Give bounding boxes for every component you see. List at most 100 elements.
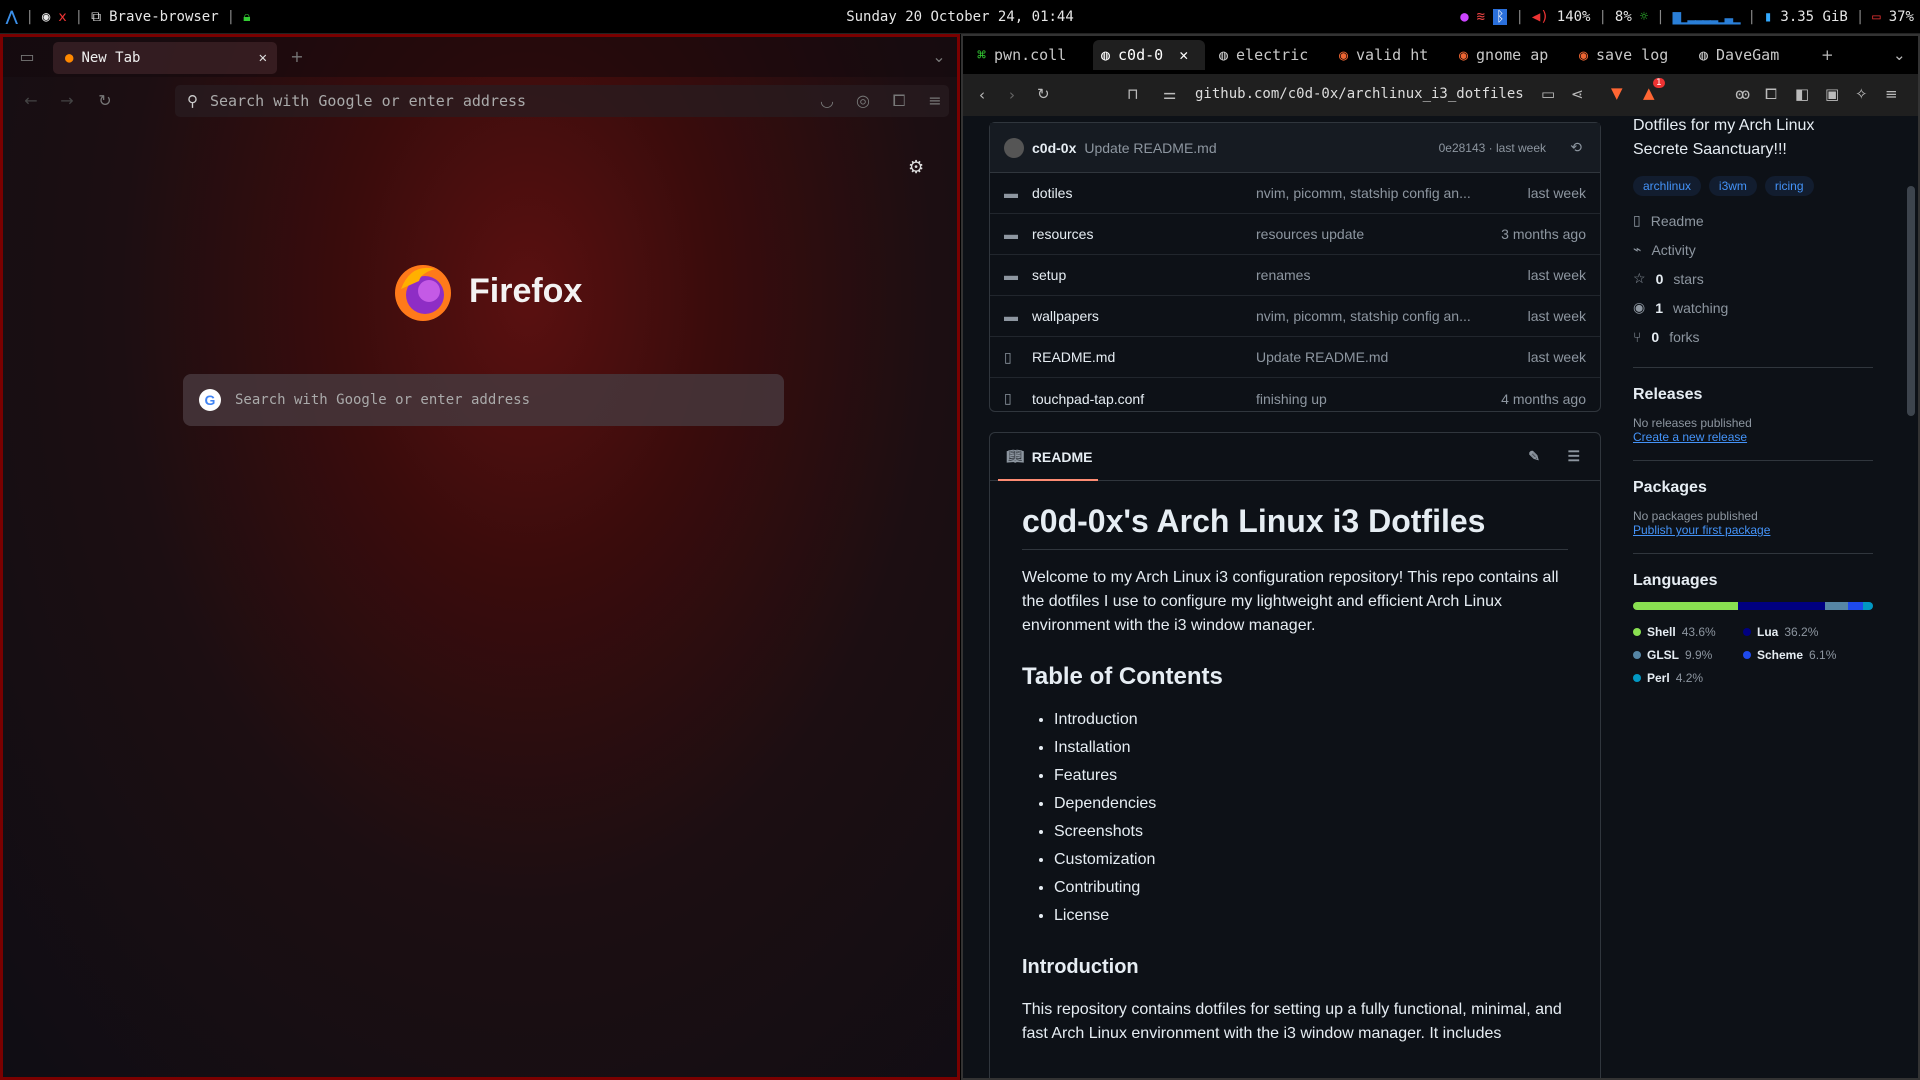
stars-link[interactable]: ☆ 0 stars xyxy=(1633,264,1873,293)
tab-davegam[interactable]: ◍ DaveGam xyxy=(1699,40,1809,70)
share-icon[interactable]: ⋖ xyxy=(1571,85,1584,103)
brave-rewards-icon[interactable]: ▲ xyxy=(1643,84,1655,102)
back-icon[interactable]: ← xyxy=(21,91,41,110)
file-name[interactable]: wallpapers xyxy=(1032,308,1099,324)
commit-hash[interactable]: 0e28143 · last week xyxy=(1439,141,1546,155)
toc-item[interactable]: Contributing xyxy=(1054,876,1568,900)
pocket-icon[interactable]: ◡ xyxy=(817,91,837,110)
toc-item[interactable]: License xyxy=(1054,904,1568,928)
account-icon[interactable]: ◎ xyxy=(853,91,873,110)
file-commit-message[interactable]: Update README.md xyxy=(1256,349,1486,365)
topic-tag[interactable]: ricing xyxy=(1764,176,1814,196)
forward-icon[interactable]: → xyxy=(57,91,77,110)
file-row[interactable]: ▬ setup renames last week xyxy=(990,255,1600,296)
toc-item[interactable]: Customization xyxy=(1054,848,1568,872)
tab-github-repo[interactable]: ◍ c0d-0 ✕ xyxy=(1093,40,1205,70)
google-search-box[interactable]: G Search with Google or enter address xyxy=(183,374,784,426)
toc-item[interactable]: Introduction xyxy=(1054,708,1568,732)
language-item[interactable]: GLSL 9.9% xyxy=(1633,643,1743,666)
releases-heading[interactable]: Releases xyxy=(1633,386,1873,404)
toc-item[interactable]: Dependencies xyxy=(1054,792,1568,816)
file-name[interactable]: resources xyxy=(1032,226,1093,242)
toc-item[interactable]: Installation xyxy=(1054,736,1568,760)
watching-link[interactable]: ◉ 1 watching xyxy=(1633,293,1873,322)
extension-owl-icon[interactable]: ꙭ xyxy=(1735,85,1750,103)
bookmark-icon[interactable]: ⊓ xyxy=(1127,85,1139,103)
cast-icon[interactable]: ▭ xyxy=(1541,85,1555,103)
wallet-icon[interactable]: ▣ xyxy=(1825,85,1839,103)
language-item[interactable]: Scheme 6.1% xyxy=(1743,643,1853,666)
volume-icon[interactable]: ◀) xyxy=(1532,9,1549,25)
file-commit-message[interactable]: resources update xyxy=(1256,226,1486,242)
file-commit-message[interactable]: nvim, picomm, statship config an... xyxy=(1256,185,1486,201)
create-release-link[interactable]: Create a new release xyxy=(1633,430,1873,444)
brave-shields-icon[interactable]: ▼ xyxy=(1611,84,1623,102)
close-tab-icon[interactable]: ✕ xyxy=(1179,46,1188,64)
menu-icon[interactable]: ≡ xyxy=(925,91,945,110)
publish-package-link[interactable]: Publish your first package xyxy=(1633,523,1873,537)
extensions-icon[interactable]: ⧠ xyxy=(889,91,909,111)
history-icon[interactable]: ⟲ xyxy=(1570,139,1582,156)
language-item[interactable]: Perl 4.2% xyxy=(1633,666,1743,689)
tab-new-tab[interactable]: ● New Tab ✕ xyxy=(53,42,277,74)
bluetooth-icon[interactable]: ᛒ xyxy=(1493,9,1508,25)
topic-tag[interactable]: archlinux xyxy=(1633,176,1702,196)
wifi-icon[interactable]: ≋ xyxy=(1477,9,1485,25)
file-commit-message[interactable]: finishing up xyxy=(1256,391,1486,407)
tab-overview-icon[interactable]: ▭ xyxy=(17,47,37,66)
new-tab-icon[interactable]: + xyxy=(1821,46,1834,64)
file-name[interactable]: touchpad-tap.conf xyxy=(1032,391,1144,407)
file-row[interactable]: ▬ wallpapers nvim, picomm, statship config… xyxy=(990,296,1600,337)
latest-commit-row[interactable]: c0d-0x Update README.md 0e28143 · last w… xyxy=(990,123,1600,173)
language-item[interactable]: Lua 36.2% xyxy=(1743,620,1853,643)
toc-item[interactable]: Screenshots xyxy=(1054,820,1568,844)
settings-gear-icon[interactable]: ⚙ xyxy=(908,157,924,178)
commit-author[interactable]: c0d-0x xyxy=(1032,140,1076,156)
tab-pwn-college[interactable]: ⌘ pwn.coll xyxy=(977,40,1087,70)
tab-valid[interactable]: ◉ valid ht xyxy=(1339,40,1449,70)
sidebar-icon[interactable]: ◧ xyxy=(1795,85,1809,103)
readme-link[interactable]: ▯ Readme xyxy=(1633,206,1873,235)
back-icon[interactable]: ‹ xyxy=(979,86,985,104)
close-tab-icon[interactable]: ✕ xyxy=(259,50,267,66)
file-row[interactable]: ▬ resources resources update 3 months ago xyxy=(990,214,1600,255)
forward-icon[interactable]: › xyxy=(1009,86,1015,104)
commit-message[interactable]: Update README.md xyxy=(1084,140,1216,156)
edit-pencil-icon[interactable]: ✎ xyxy=(1528,448,1540,465)
reload-icon[interactable]: ↻ xyxy=(1037,85,1050,103)
readme-tab[interactable]: README xyxy=(1032,449,1093,465)
toc-item[interactable]: Features xyxy=(1054,764,1568,788)
tab-gnome[interactable]: ◉ gnome ap xyxy=(1459,40,1569,70)
topic-tag[interactable]: i3wm xyxy=(1708,176,1757,196)
file-commit-message[interactable]: nvim, picomm, statship config an... xyxy=(1256,308,1486,324)
reload-icon[interactable]: ↻ xyxy=(95,91,115,110)
site-settings-icon[interactable]: ⚌ xyxy=(1163,85,1176,103)
page-scrollbar[interactable] xyxy=(1904,116,1918,1078)
outline-list-icon[interactable]: ☰ xyxy=(1567,448,1580,465)
file-name[interactable]: setup xyxy=(1032,267,1066,283)
extensions-icon[interactable]: ⧠ xyxy=(1765,85,1777,103)
clock[interactable]: Sunday 20 October 24, 01:44 xyxy=(846,9,1074,25)
tab-search-chevron-icon[interactable]: ⌄ xyxy=(1893,46,1906,64)
file-commit-message[interactable]: renames xyxy=(1256,267,1486,283)
tab-electric[interactable]: ◍ electric xyxy=(1219,40,1329,70)
url-text[interactable]: github.com/c0d-0x/archlinux_i3_dotfiles xyxy=(1195,86,1524,102)
new-tab-icon[interactable]: + xyxy=(287,47,307,66)
brightness-level[interactable]: 8% xyxy=(1615,9,1632,25)
tab-list-chevron-icon[interactable]: ⌄ xyxy=(929,47,949,66)
volume-level[interactable]: 140% xyxy=(1557,9,1591,25)
leo-ai-icon[interactable]: ✧ xyxy=(1855,85,1868,103)
file-name[interactable]: dotiles xyxy=(1032,185,1072,201)
menu-icon[interactable]: ≡ xyxy=(1885,85,1898,103)
language-item[interactable]: Shell 43.6% xyxy=(1633,620,1743,643)
forks-link[interactable]: ⑂ 0 forks xyxy=(1633,322,1873,351)
file-row[interactable]: ▬ dotiles nvim, picomm, statship config an… xyxy=(990,173,1600,214)
tab-save-log[interactable]: ◉ save log xyxy=(1579,40,1689,70)
avatar[interactable] xyxy=(1004,137,1024,158)
activity-link[interactable]: ⌁ Activity xyxy=(1633,235,1873,264)
packages-heading[interactable]: Packages xyxy=(1633,479,1873,497)
file-row[interactable]: ▯ touchpad-tap.conf finishing up 4 months a… xyxy=(990,378,1600,419)
scrollbar-thumb[interactable] xyxy=(1907,186,1915,416)
file-name[interactable]: README.md xyxy=(1032,349,1115,365)
file-row[interactable]: ▯ README.md Update README.md last week xyxy=(990,337,1600,378)
